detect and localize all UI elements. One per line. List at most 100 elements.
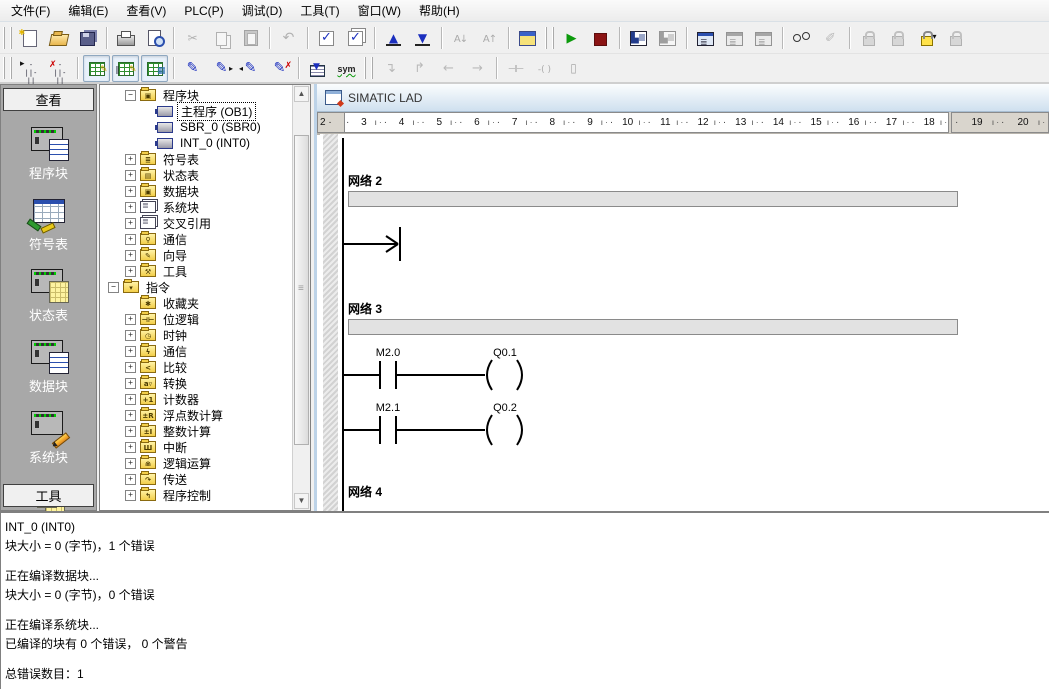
expand-plus-icon[interactable]: + — [125, 346, 136, 357]
tree-item[interactable]: +⚒工具 — [100, 263, 293, 279]
symbolic-addressing-button[interactable] — [333, 55, 360, 82]
force-yellow-lock-button[interactable] — [913, 24, 940, 51]
contact-operand[interactable]: M2.0 — [376, 347, 400, 359]
sidebar-item-program-block[interactable]: 程序块 — [1, 125, 96, 182]
tree-item[interactable]: INT_0 (INT0) — [100, 135, 293, 151]
tree-item[interactable]: +↰程序控制 — [100, 487, 293, 503]
sidebar-item-symbol-table[interactable]: 符号表 — [1, 196, 96, 253]
tree-item[interactable]: ✱收藏夹 — [100, 295, 293, 311]
expand-plus-icon[interactable]: + — [125, 442, 136, 453]
output-window[interactable]: INT_0 (INT0)块大小 = 0 (字节)，1 个错误正在编译数据块...… — [0, 511, 1049, 689]
expand-plus-icon[interactable]: + — [125, 154, 136, 165]
toggle-network-comments-button[interactable] — [112, 55, 139, 82]
expand-plus-icon[interactable]: + — [125, 266, 136, 277]
menu-item-window[interactable]: 窗口(W) — [349, 0, 410, 21]
tree-item[interactable]: +↷传送 — [100, 471, 293, 487]
menu-item-view[interactable]: 查看(V) — [117, 0, 175, 21]
toggle-pou-comments-button[interactable] — [83, 55, 110, 82]
expand-plus-icon[interactable]: + — [125, 250, 136, 261]
toolbar-grip[interactable] — [364, 57, 373, 79]
network-3-rung-2[interactable]: M2.1 Q0.2 — [343, 402, 522, 445]
tree-item[interactable]: −▾指令 — [100, 279, 293, 295]
network-2-jump-element[interactable] — [343, 227, 400, 261]
program-status-button[interactable] — [625, 24, 652, 51]
chart-status-button[interactable] — [692, 24, 719, 51]
next-bookmark-button[interactable] — [208, 55, 235, 82]
menu-item-file[interactable]: 文件(F) — [2, 0, 59, 21]
sidebar-item-data-block[interactable]: 数据块 — [1, 338, 96, 395]
expand-plus-icon[interactable]: + — [125, 410, 136, 421]
expand-plus-icon[interactable]: + — [125, 170, 136, 181]
menu-item-debug[interactable]: 调试(D) — [233, 0, 292, 21]
tree-item[interactable]: +a▿转换 — [100, 375, 293, 391]
toolbar-grip[interactable] — [545, 27, 554, 49]
contact-operand[interactable]: M2.1 — [376, 402, 400, 414]
collapse-minus-icon[interactable]: − — [125, 90, 136, 101]
compile-button[interactable] — [313, 24, 340, 51]
expand-plus-icon[interactable]: + — [125, 394, 136, 405]
sidebar-item-system-block[interactable]: 系统块 — [1, 409, 96, 466]
tree-item[interactable]: +⋒逻辑运算 — [100, 455, 293, 471]
tree-item[interactable]: +✎向导 — [100, 247, 293, 263]
menu-item-help[interactable]: 帮助(H) — [410, 0, 469, 21]
upload-button[interactable] — [380, 24, 407, 51]
expand-plus-icon[interactable]: + — [125, 234, 136, 245]
expand-plus-icon[interactable]: + — [125, 490, 136, 501]
expand-plus-icon[interactable]: + — [125, 314, 136, 325]
lad-title-bar[interactable]: SIMATIC LAD — [317, 84, 1049, 112]
collapse-minus-icon[interactable]: − — [108, 282, 119, 293]
tree-item[interactable]: +<比较 — [100, 359, 293, 375]
tree-item[interactable]: 主程序 (OB1) — [100, 103, 293, 119]
ladder-editor[interactable]: 网络 2 网络 3 网络 4 — [320, 134, 1049, 511]
tree-item[interactable]: +▤状态表 — [100, 167, 293, 183]
previous-bookmark-button[interactable] — [237, 55, 264, 82]
stop-mode-button[interactable] — [587, 24, 614, 51]
scroll-down-arrow-icon[interactable]: ▼ — [294, 493, 309, 509]
save-all-button[interactable] — [74, 24, 101, 51]
insert-network-button[interactable] — [16, 55, 43, 82]
clear-all-bookmarks-button[interactable] — [266, 55, 293, 82]
tree-item[interactable]: +≣符号表 — [100, 151, 293, 167]
expand-plus-icon[interactable]: + — [125, 426, 136, 437]
tree-item[interactable]: +交叉引用 — [100, 215, 293, 231]
menu-item-edit[interactable]: 编辑(E) — [59, 0, 117, 21]
tree-item[interactable]: +◷时钟 — [100, 327, 293, 343]
sidebar-item-status-chart[interactable]: 状态表 — [1, 267, 96, 324]
expand-plus-icon[interactable]: + — [125, 186, 136, 197]
run-mode-button[interactable] — [558, 24, 585, 51]
network-3-rung-1[interactable]: M2.0 Q0.1 — [343, 347, 522, 390]
tree-item[interactable]: SBR_0 (SBR0) — [100, 119, 293, 135]
expand-plus-icon[interactable]: + — [125, 458, 136, 469]
apply-all-symbols-button[interactable] — [304, 55, 331, 82]
compile-all-button[interactable] — [342, 24, 369, 51]
tree-item[interactable]: +±I整数计算 — [100, 423, 293, 439]
navigation-bar-footer-tools[interactable]: 工具 — [3, 484, 94, 507]
menu-item-plc[interactable]: PLC(P) — [175, 2, 232, 20]
open-project-button[interactable] — [45, 24, 72, 51]
coil-operand[interactable]: Q0.1 — [493, 347, 517, 359]
expand-plus-icon[interactable]: + — [125, 202, 136, 213]
expand-plus-icon[interactable]: + — [125, 362, 136, 373]
expand-plus-icon[interactable]: + — [125, 378, 136, 389]
scroll-up-arrow-icon[interactable]: ▲ — [294, 86, 309, 102]
tree-item[interactable]: ++1计数器 — [100, 391, 293, 407]
new-project-button[interactable] — [16, 24, 43, 51]
expand-plus-icon[interactable]: + — [125, 330, 136, 341]
scrollbar-thumb[interactable] — [294, 135, 309, 445]
tree-item[interactable]: +Ш中断 — [100, 439, 293, 455]
toolbar-grip[interactable] — [3, 27, 12, 49]
expand-plus-icon[interactable]: + — [125, 218, 136, 229]
tree-item[interactable]: +±R浮点数计算 — [100, 407, 293, 423]
coil-operand[interactable]: Q0.2 — [493, 402, 517, 414]
toggle-symbol-info-table-button[interactable] — [141, 55, 168, 82]
write-values-button[interactable] — [788, 24, 815, 51]
toggle-bookmark-button[interactable] — [179, 55, 206, 82]
options-button[interactable] — [514, 24, 541, 51]
delete-network-button[interactable] — [45, 55, 72, 82]
tree-vertical-scrollbar[interactable]: ▲ ▼ — [292, 85, 310, 510]
tree-item[interactable]: +系统块 — [100, 199, 293, 215]
print-preview-button[interactable] — [141, 24, 168, 51]
tree-item[interactable]: +⊣⊢位逻辑 — [100, 311, 293, 327]
print-button[interactable] — [112, 24, 139, 51]
tree-item[interactable]: +ϟ通信 — [100, 343, 293, 359]
